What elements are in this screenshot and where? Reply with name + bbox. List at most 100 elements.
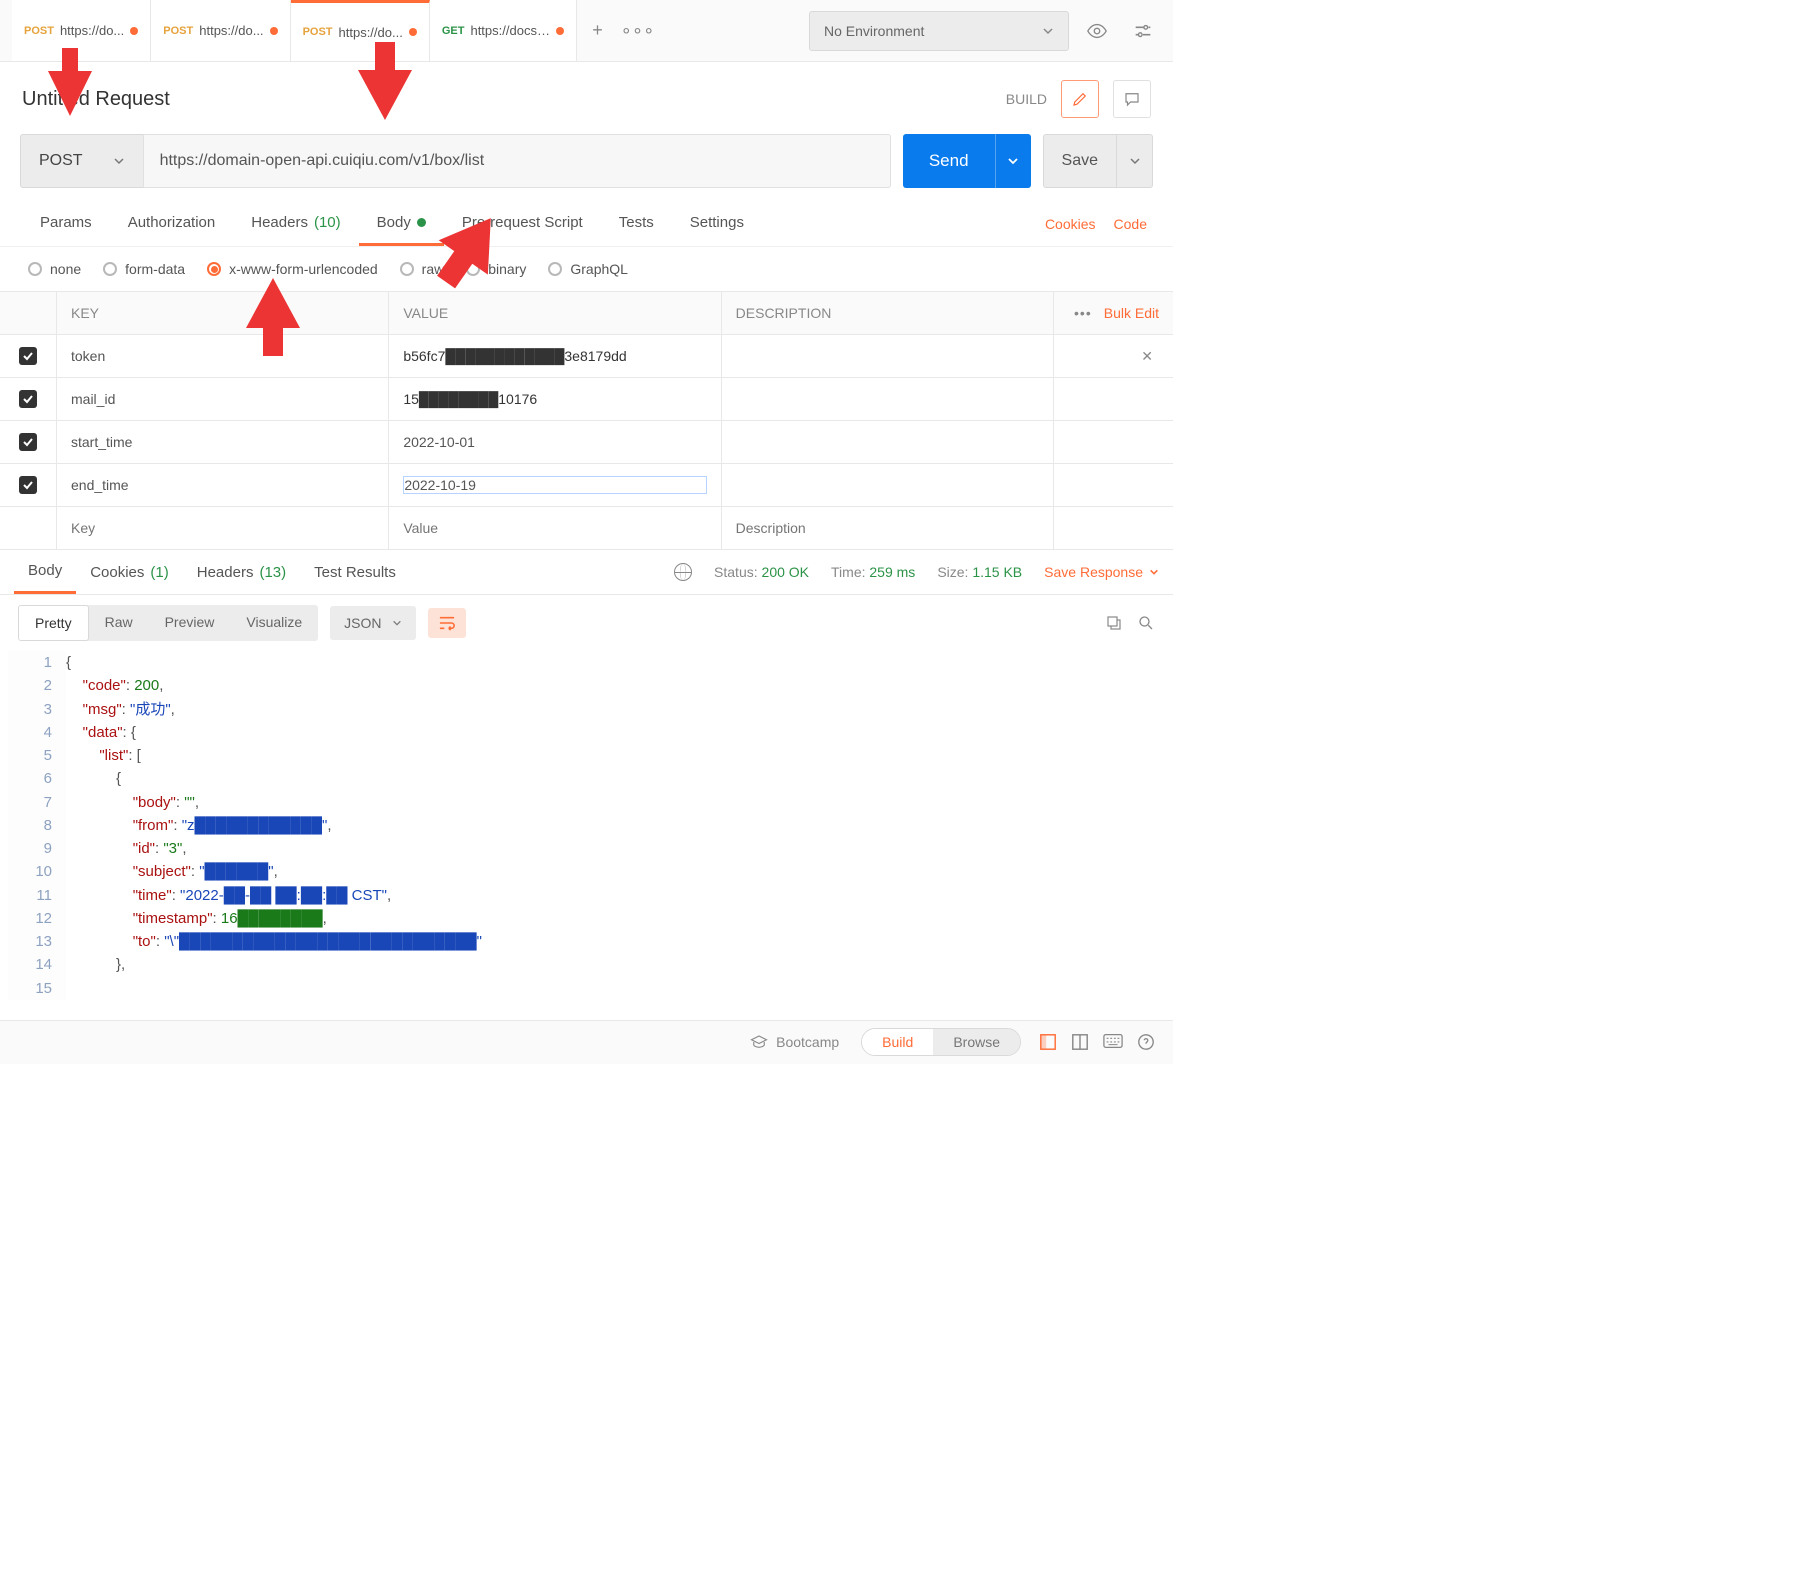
- wrap-icon: [438, 615, 456, 631]
- row-checkbox[interactable]: [19, 347, 37, 365]
- help-icon: [1137, 1033, 1155, 1051]
- columns-menu-button[interactable]: •••: [1074, 305, 1092, 321]
- view-raw[interactable]: Raw: [89, 605, 149, 641]
- col-value: VALUE: [388, 292, 720, 334]
- radio-icon: [28, 262, 42, 276]
- tab-headers[interactable]: Headers (10): [233, 202, 358, 246]
- graduation-cap-icon: [750, 1033, 768, 1051]
- send-button[interactable]: Send: [903, 134, 995, 188]
- send-dropdown[interactable]: [995, 134, 1031, 188]
- environment-select[interactable]: No Environment: [809, 11, 1069, 51]
- value-input[interactable]: [403, 520, 706, 536]
- view-preview[interactable]: Preview: [149, 605, 231, 641]
- kv-row-new: [0, 507, 1173, 550]
- tab-settings[interactable]: Settings: [672, 202, 762, 246]
- tab-params[interactable]: Params: [22, 202, 110, 246]
- code-link[interactable]: Code: [1114, 216, 1147, 232]
- wrap-lines-button[interactable]: [428, 608, 466, 638]
- pane-single-icon: [1039, 1033, 1057, 1051]
- col-desc: DESCRIPTION: [721, 292, 1053, 334]
- globe-icon[interactable]: [674, 563, 692, 581]
- resp-tab-tests[interactable]: Test Results: [300, 552, 410, 593]
- bulk-edit-link[interactable]: Bulk Edit: [1104, 305, 1159, 321]
- new-tab-button[interactable]: +: [577, 0, 617, 61]
- key-input[interactable]: [71, 520, 374, 536]
- pane-split-icon: [1071, 1033, 1089, 1051]
- pane-split-button[interactable]: [1071, 1033, 1089, 1051]
- resp-tab-body[interactable]: Body: [14, 550, 76, 594]
- tab-prerequest[interactable]: Pre-request Script: [444, 202, 601, 246]
- method-badge: GET: [442, 25, 465, 37]
- body-indicator-icon: [417, 218, 426, 227]
- keyboard-shortcuts-button[interactable]: [1103, 1033, 1123, 1051]
- request-name[interactable]: Untitled Request: [22, 88, 170, 111]
- desc-input[interactable]: [736, 520, 1039, 536]
- key-input[interactable]: [71, 477, 374, 493]
- tab-3[interactable]: GET https://docs....: [430, 0, 578, 61]
- key-input[interactable]: [71, 391, 374, 407]
- view-pretty[interactable]: Pretty: [18, 605, 89, 641]
- desc-cell[interactable]: [721, 464, 1053, 506]
- format-select[interactable]: JSON: [330, 606, 415, 640]
- unsaved-dot-icon: [556, 27, 564, 35]
- value-input[interactable]: [403, 434, 706, 450]
- chevron-down-icon: [1129, 155, 1141, 167]
- resp-tab-cookies[interactable]: Cookies(1): [76, 552, 183, 593]
- key-input[interactable]: [71, 434, 374, 450]
- body-type-none[interactable]: none: [28, 261, 81, 277]
- mode-build[interactable]: Build: [862, 1029, 933, 1055]
- copy-button[interactable]: [1105, 614, 1123, 632]
- body-type-graphql[interactable]: GraphQL: [548, 261, 628, 277]
- value-cell[interactable]: 15████████10176: [403, 391, 537, 407]
- value-cell[interactable]: b56fc7████████████3e8179dd: [403, 348, 626, 364]
- chevron-down-icon: [1007, 155, 1019, 167]
- body-type-raw[interactable]: raw: [400, 261, 445, 277]
- tab-0[interactable]: POST https://do...: [12, 0, 151, 61]
- row-checkbox[interactable]: [19, 390, 37, 408]
- environment-quicklook-button[interactable]: [1079, 13, 1115, 49]
- desc-cell[interactable]: [721, 335, 1053, 377]
- row-checkbox[interactable]: [19, 433, 37, 451]
- pane-single-button[interactable]: [1039, 1033, 1057, 1051]
- cookies-link[interactable]: Cookies: [1045, 216, 1096, 232]
- save-button[interactable]: Save: [1043, 134, 1117, 188]
- http-method-select[interactable]: POST: [20, 134, 144, 188]
- pencil-icon: [1071, 90, 1089, 108]
- key-input[interactable]: [71, 348, 374, 364]
- save-response-button[interactable]: Save Response: [1044, 564, 1159, 580]
- edit-button[interactable]: [1061, 80, 1099, 118]
- url-input[interactable]: [143, 134, 891, 188]
- comments-button[interactable]: [1113, 80, 1151, 118]
- kv-row: 15████████10176: [0, 378, 1173, 421]
- view-visualize[interactable]: Visualize: [230, 605, 318, 641]
- search-button[interactable]: [1137, 614, 1155, 632]
- help-button[interactable]: [1137, 1033, 1155, 1051]
- radio-checked-icon: [207, 262, 221, 276]
- body-type-xwww[interactable]: x-www-form-urlencoded: [207, 261, 378, 277]
- settings-button[interactable]: [1125, 13, 1161, 49]
- tab-tests[interactable]: Tests: [601, 202, 672, 246]
- resp-tab-headers[interactable]: Headers(13): [183, 552, 300, 593]
- desc-cell[interactable]: [721, 378, 1053, 420]
- value-input[interactable]: [403, 476, 706, 494]
- col-key: KEY: [56, 292, 388, 334]
- delete-row-button[interactable]: ✕: [1053, 335, 1173, 377]
- build-link[interactable]: BUILD: [1006, 91, 1047, 107]
- tab-1[interactable]: POST https://do...: [151, 0, 290, 61]
- copy-icon: [1105, 614, 1123, 632]
- desc-cell[interactable]: [721, 421, 1053, 463]
- tab-overflow-button[interactable]: ∘∘∘: [617, 0, 657, 61]
- mode-browse[interactable]: Browse: [933, 1029, 1020, 1055]
- body-type-binary[interactable]: binary: [466, 261, 526, 277]
- request-tabs: POST https://do... POST https://do... PO…: [12, 0, 793, 61]
- form-kv-table: KEY VALUE DESCRIPTION ••• Bulk Edit b56f…: [0, 291, 1173, 550]
- tab-2[interactable]: POST https://do...: [291, 0, 430, 61]
- tab-authorization[interactable]: Authorization: [110, 202, 234, 246]
- save-dropdown[interactable]: [1117, 134, 1153, 188]
- tab-body[interactable]: Body: [359, 202, 444, 246]
- row-checkbox[interactable]: [19, 476, 37, 494]
- chevron-down-icon: [392, 618, 402, 628]
- bootcamp-link[interactable]: Bootcamp: [750, 1033, 839, 1051]
- sliders-icon: [1132, 20, 1154, 42]
- body-type-form-data[interactable]: form-data: [103, 261, 185, 277]
